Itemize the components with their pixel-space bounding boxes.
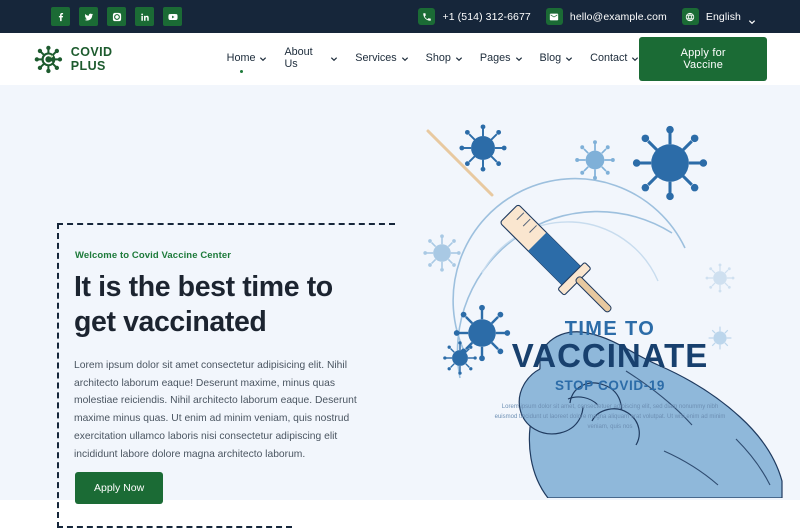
nav-label: Contact bbox=[590, 52, 628, 64]
globe-icon bbox=[681, 8, 699, 25]
nav-item-contact[interactable]: Contact bbox=[590, 52, 639, 66]
logo[interactable]: COVID PLUS bbox=[33, 44, 151, 75]
phone-item[interactable]: +1 (514) 312-6677 bbox=[418, 8, 531, 25]
email-address: hello@example.com bbox=[569, 10, 667, 23]
chevron-down-icon bbox=[259, 54, 267, 62]
illus-caption-line3: veniam, quis nos bbox=[587, 424, 632, 430]
illus-caption-line2: euismod tincidunt ut laoreet dolore magn… bbox=[495, 414, 726, 420]
twitter-icon[interactable] bbox=[79, 7, 98, 26]
virus-particle bbox=[575, 140, 615, 180]
virus-particle bbox=[705, 263, 735, 293]
chevron-down-icon bbox=[515, 54, 523, 62]
nav-label: Services bbox=[355, 52, 397, 64]
nav-label: Shop bbox=[425, 52, 451, 64]
virus-particle bbox=[453, 304, 511, 362]
top-bar: +1 (514) 312-6677 hello@example.com Engl… bbox=[0, 0, 800, 33]
hero-paragraph: Lorem ipsum dolor sit amet consectetur a… bbox=[74, 360, 357, 460]
hero-eyebrow: Welcome to Covid Vaccine Center bbox=[75, 250, 232, 261]
virus-particle bbox=[632, 125, 708, 201]
linkedin-icon[interactable] bbox=[135, 7, 154, 26]
nav-label: Home bbox=[226, 52, 256, 64]
social-links bbox=[51, 7, 182, 26]
virus-particle bbox=[459, 124, 507, 172]
virus-particle bbox=[423, 234, 461, 272]
nav-item-services[interactable]: Services bbox=[355, 52, 408, 66]
apply-for-vaccine-button[interactable]: Apply for Vaccine bbox=[639, 37, 767, 81]
chevron-down-icon bbox=[455, 54, 463, 62]
topbar-contact-group: +1 (514) 312-6677 hello@example.com Engl… bbox=[418, 8, 782, 25]
logo-text: COVID PLUS bbox=[70, 45, 113, 73]
language-label: English bbox=[705, 10, 741, 23]
virus-logo-icon bbox=[33, 44, 64, 75]
active-indicator-dot bbox=[239, 69, 244, 73]
chevron-down-icon bbox=[631, 54, 639, 62]
instagram-icon[interactable] bbox=[107, 7, 126, 26]
phone-number: +1 (514) 312-6677 bbox=[442, 10, 531, 23]
virus-particle bbox=[443, 341, 477, 375]
page-root: +1 (514) 312-6677 hello@example.com Engl… bbox=[0, 0, 800, 528]
chevron-down-icon bbox=[748, 13, 756, 24]
chevron-down-icon bbox=[565, 54, 573, 62]
virus-particle bbox=[708, 326, 732, 350]
youtube-icon[interactable] bbox=[163, 7, 182, 26]
nav-label: Blog bbox=[539, 52, 562, 64]
dashed-frame-top bbox=[57, 223, 395, 225]
nav-label: About Us bbox=[284, 46, 313, 70]
phone-icon bbox=[418, 8, 436, 25]
hero-illustration-area: TIME TO VACCINATE STOP COVID-19 Lorem ip… bbox=[400, 85, 800, 500]
nav-item-about-us[interactable]: About Us bbox=[284, 46, 338, 72]
page-title: It is the best time to get vaccinated bbox=[74, 271, 333, 339]
nav-item-pages[interactable]: Pages bbox=[480, 52, 523, 66]
hero-content: Welcome to Covid Vaccine Center It is th… bbox=[0, 85, 400, 528]
apply-now-button[interactable]: Apply Now bbox=[75, 472, 164, 504]
dashed-frame-left bbox=[57, 223, 59, 528]
nav-item-blog[interactable]: Blog bbox=[540, 52, 574, 66]
site-header: COVID PLUS Home About Us Services Shop P… bbox=[0, 33, 800, 85]
illus-caption-line1: Lorem ipsum dolor sit amet, consectetuer… bbox=[502, 404, 718, 410]
language-selector[interactable]: English bbox=[681, 8, 756, 25]
illus-subtitle: STOP COVID-19 bbox=[555, 378, 665, 393]
envelope-icon bbox=[545, 8, 563, 25]
vaccination-illustration: TIME TO VACCINATE STOP COVID-19 Lorem ip… bbox=[423, 124, 783, 498]
nav-item-shop[interactable]: Shop bbox=[426, 52, 463, 66]
facebook-icon[interactable] bbox=[51, 7, 70, 26]
nav-item-home[interactable]: Home bbox=[226, 52, 268, 73]
chevron-down-icon bbox=[401, 54, 409, 62]
nav-label: Pages bbox=[479, 52, 511, 64]
chevron-down-icon bbox=[330, 54, 338, 62]
hero-section: Welcome to Covid Vaccine Center It is th… bbox=[0, 85, 800, 528]
email-item[interactable]: hello@example.com bbox=[545, 8, 667, 25]
main-nav: Home About Us Services Shop Pages Blog C… bbox=[226, 46, 640, 73]
illus-title-big: VACCINATE bbox=[512, 337, 709, 374]
